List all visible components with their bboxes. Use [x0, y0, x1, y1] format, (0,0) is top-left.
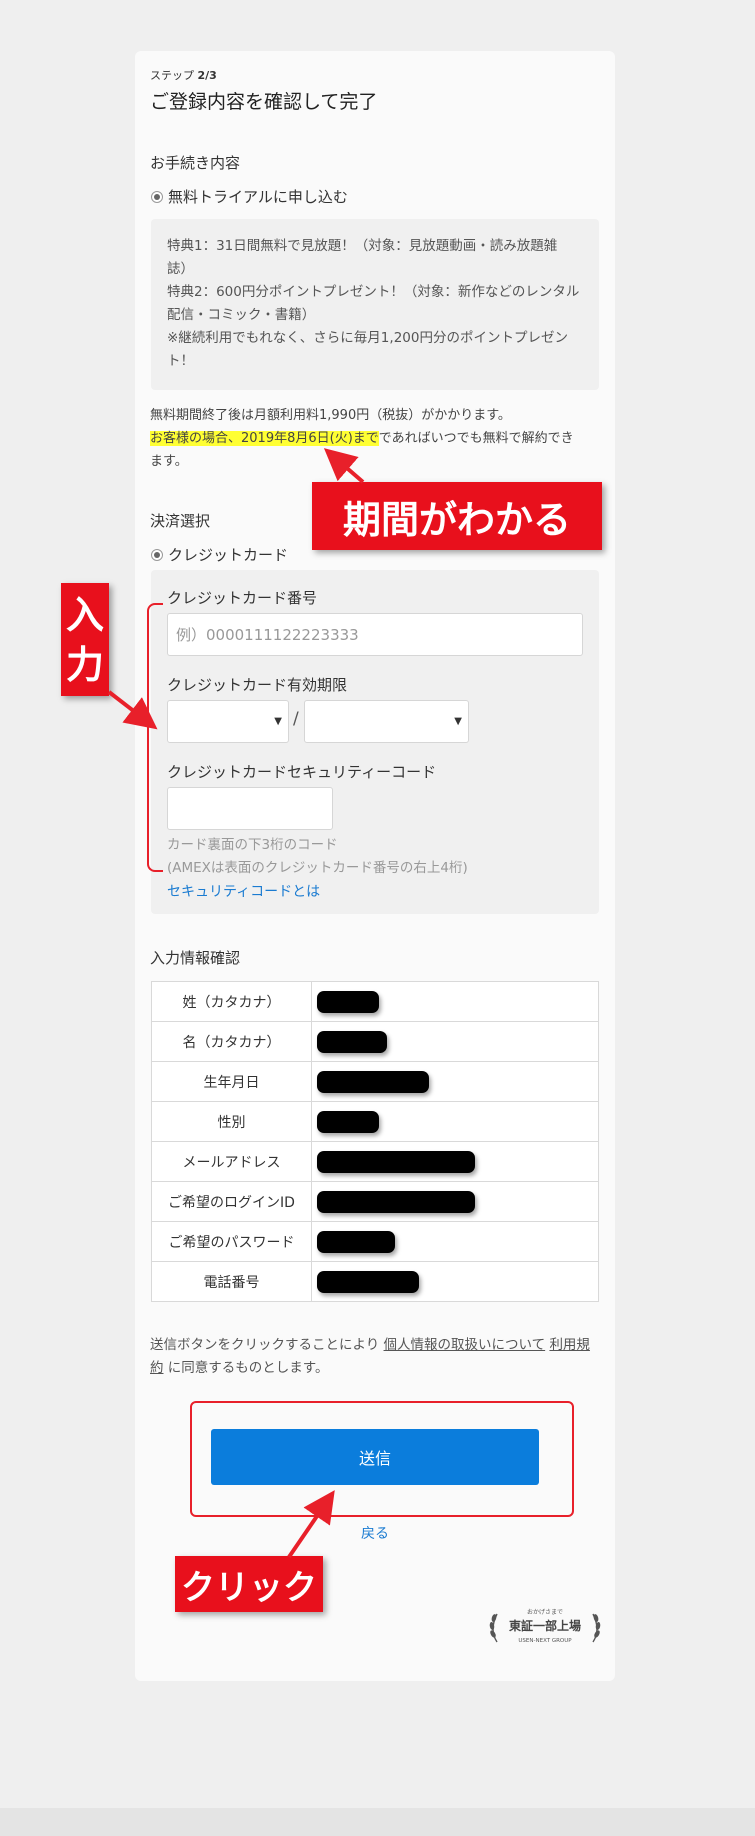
arrow-to-submit: [287, 1490, 335, 1559]
annotation-arrows: [107, 448, 365, 1559]
arrow-to-form: [107, 690, 158, 730]
arrow-to-deadline: [323, 448, 365, 484]
